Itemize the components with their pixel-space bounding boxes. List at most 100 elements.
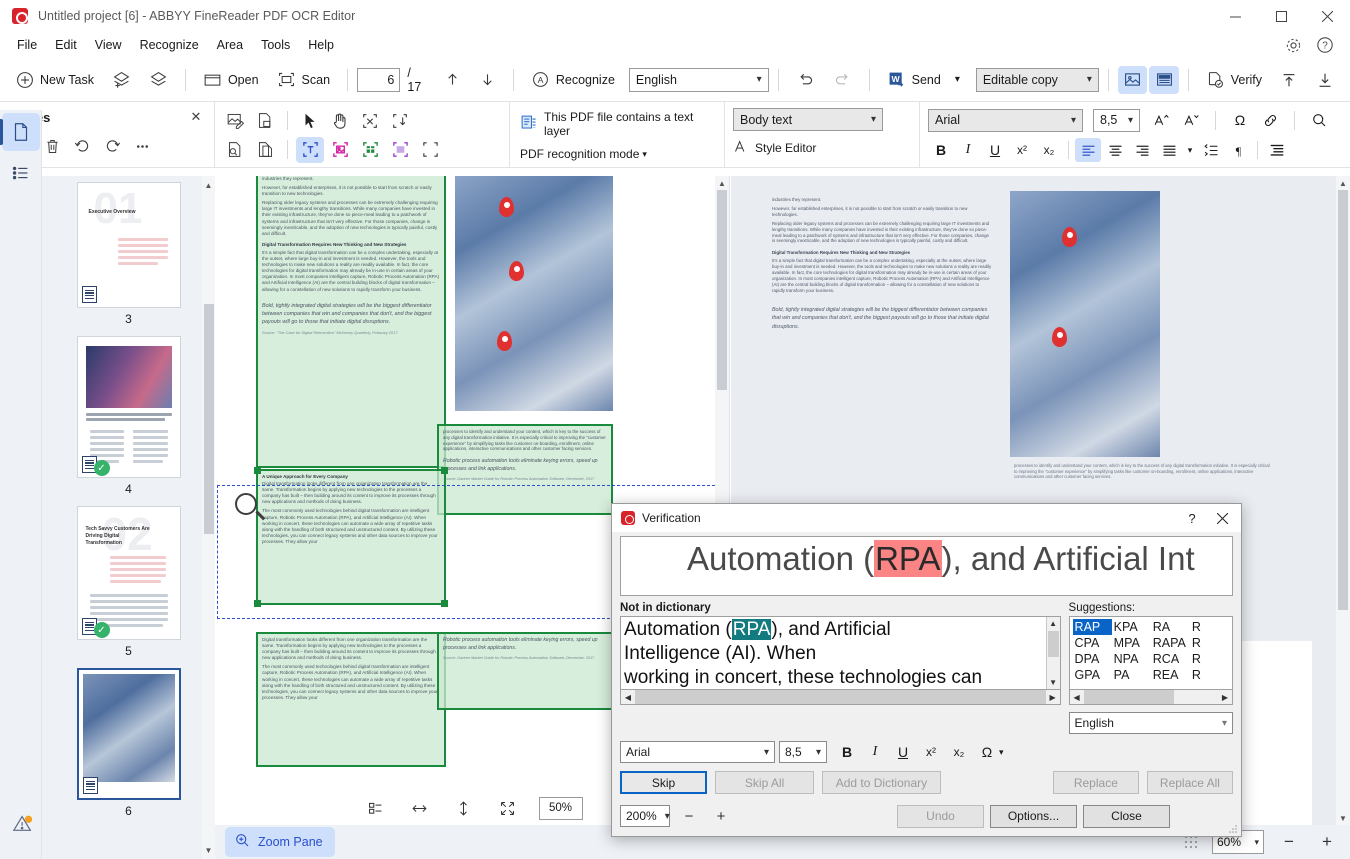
table-area-tool-icon[interactable] — [356, 137, 384, 163]
thumbnail-page-3[interactable]: 01 Executive Overview — [76, 182, 181, 308]
suggestion-item[interactable]: DPA — [1073, 651, 1112, 667]
scroll-left-arrow-icon[interactable]: ◀ — [621, 693, 635, 702]
delete-icon[interactable] — [38, 132, 66, 160]
save-page-icon[interactable] — [251, 108, 279, 134]
suggestion-item[interactable]: GPA — [1073, 667, 1112, 683]
style-editor-button[interactable]: Style Editor — [733, 139, 911, 157]
view-text-toggle[interactable] — [1149, 65, 1179, 94]
scroll-up-arrow-icon[interactable]: ▲ — [715, 176, 729, 190]
superscript-button[interactable]: x² — [1009, 138, 1035, 162]
suggestions-hscroll-thumb[interactable] — [1083, 690, 1174, 704]
dialog-superscript-button[interactable]: x² — [919, 741, 943, 763]
image-scroll-thumb[interactable] — [717, 190, 727, 390]
dialog-symbol-button[interactable]: Ω — [975, 741, 999, 763]
text-direction-button[interactable]: ¶ — [1225, 138, 1251, 162]
minimize-button[interactable] — [1212, 0, 1258, 32]
pages-scrollbar-thumb[interactable] — [204, 304, 214, 534]
recognize-button[interactable]: A Recognize — [523, 65, 623, 94]
suggestion-item[interactable]: CPA — [1073, 635, 1112, 651]
scroll-down-arrow-icon[interactable]: ▼ — [1336, 811, 1350, 825]
not-in-dictionary-textbox[interactable]: Automation (RPA), and Artificial Intelli… — [620, 616, 1061, 690]
paragraph-settings-button[interactable] — [1264, 138, 1290, 162]
text-block-bottom[interactable]: Digital transformation looks different f… — [256, 632, 446, 767]
move-down-block-button[interactable] — [1308, 66, 1342, 94]
menu-edit[interactable]: Edit — [46, 35, 86, 55]
paragraph-style-select[interactable]: Body text ▾ — [733, 108, 883, 131]
pdf-recognition-mode-button[interactable]: PDF recognition mode ▾ — [520, 147, 716, 161]
dialog-bold-button[interactable]: B — [835, 741, 859, 763]
gear-icon[interactable] — [1280, 32, 1306, 58]
thumbnail-page-6[interactable] — [76, 668, 181, 800]
delete-area-icon[interactable] — [356, 108, 384, 134]
previous-page-button[interactable] — [436, 66, 469, 93]
copy-page-icon[interactable] — [251, 137, 279, 163]
dialog-subscript-button[interactable]: x₂ — [947, 741, 971, 763]
italic-button[interactable]: I — [955, 138, 981, 162]
rotate-right-icon[interactable] — [98, 132, 126, 160]
resize-handle-tl[interactable] — [254, 467, 261, 474]
suggestions-hscrollbar[interactable]: ◀ ▶ — [1068, 690, 1233, 705]
scroll-down-arrow-icon[interactable]: ▼ — [203, 843, 214, 857]
align-left-button[interactable] — [1075, 138, 1101, 162]
pages-view-button[interactable] — [1, 113, 40, 151]
decrease-font-size-icon[interactable] — [1178, 108, 1204, 132]
scroll-left-arrow-icon[interactable]: ◀ — [1070, 693, 1084, 702]
background-area-tool-icon[interactable] — [386, 137, 414, 163]
move-up-block-button[interactable] — [1272, 66, 1306, 94]
dialog-font-select[interactable]: Arial ▾ — [620, 741, 775, 763]
zoom-page-icon[interactable] — [221, 137, 249, 163]
send-button[interactable]: W Send ▾ — [879, 65, 968, 94]
suggestion-item[interactable]: KPA — [1112, 619, 1151, 635]
align-right-button[interactable] — [1129, 138, 1155, 162]
hand-tool-icon[interactable] — [326, 108, 354, 134]
reorder-areas-icon[interactable] — [386, 108, 414, 134]
suggestion-item[interactable]: REA — [1151, 667, 1190, 683]
layers-button[interactable] — [141, 65, 176, 94]
recognition-area-tool-icon[interactable] — [416, 137, 444, 163]
skip-button[interactable]: Skip — [620, 771, 708, 794]
options-button[interactable]: Options... — [990, 804, 1077, 828]
menu-file[interactable]: File — [8, 35, 46, 55]
menu-tools[interactable]: Tools — [252, 35, 299, 55]
search-icon[interactable] — [1306, 108, 1332, 132]
text-area-tool-icon[interactable] — [296, 136, 324, 163]
suggestion-item[interactable]: RCA — [1151, 651, 1190, 667]
text-block-main[interactable]: industries they represent. However, for … — [256, 176, 446, 468]
suggestion-item[interactable]: R — [1190, 619, 1229, 635]
verification-dialog[interactable]: Verification ? Automation (RPA), and Art… — [611, 503, 1242, 837]
export-mode-select[interactable]: Editable copy ▾ — [975, 67, 1099, 92]
undo-button[interactable] — [788, 65, 823, 94]
nd-hscroll-thumb[interactable] — [635, 690, 1046, 704]
dialog-zoom-in-button[interactable]: + — [708, 804, 734, 828]
verify-button[interactable]: Verify — [1198, 65, 1270, 94]
text-scroll-thumb[interactable] — [1338, 190, 1348, 610]
nd-hscrollbar[interactable]: ◀ ▶ — [620, 690, 1061, 705]
undo-button[interactable]: Undo — [897, 804, 984, 828]
bold-button[interactable]: B — [928, 138, 954, 162]
suggestion-item[interactable]: RA — [1151, 619, 1190, 635]
add-to-dictionary-button[interactable]: Add to Dictionary — [822, 771, 941, 794]
close-button[interactable] — [1304, 0, 1350, 32]
ocr-language-select[interactable]: English ▾ — [628, 67, 769, 92]
image-zoom-select[interactable]: 50% — [538, 796, 583, 820]
line-spacing-button[interactable] — [1198, 138, 1224, 162]
replace-all-button[interactable]: Replace All — [1146, 771, 1233, 794]
fit-page-icon[interactable] — [495, 796, 521, 820]
pages-scrollbar[interactable]: ▲ ▼ — [202, 176, 215, 859]
grid-dots-icon[interactable] — [1184, 835, 1200, 849]
dialog-language-select[interactable]: English ▾ — [1068, 712, 1233, 734]
scroll-up-arrow-icon[interactable]: ▲ — [203, 178, 214, 192]
dialog-font-size-select[interactable]: 8,5 ▾ — [779, 741, 827, 763]
chevron-down-icon[interactable]: ▾ — [999, 747, 1004, 758]
align-justify-button[interactable] — [1156, 138, 1182, 162]
dialog-close-button[interactable] — [1207, 505, 1237, 531]
symbol-icon[interactable]: Ω — [1227, 108, 1253, 132]
list-view-button[interactable] — [2, 154, 40, 192]
suggestion-item[interactable]: R — [1190, 651, 1229, 667]
dialog-italic-button[interactable]: I — [863, 741, 887, 763]
text-pane-vscrollbar[interactable]: ▲ ▼ — [1336, 176, 1350, 825]
dialog-help-button[interactable]: ? — [1177, 505, 1207, 531]
align-center-button[interactable] — [1102, 138, 1128, 162]
zoom-out-button[interactable]: − — [1276, 830, 1302, 854]
increase-font-size-icon[interactable] — [1148, 108, 1174, 132]
